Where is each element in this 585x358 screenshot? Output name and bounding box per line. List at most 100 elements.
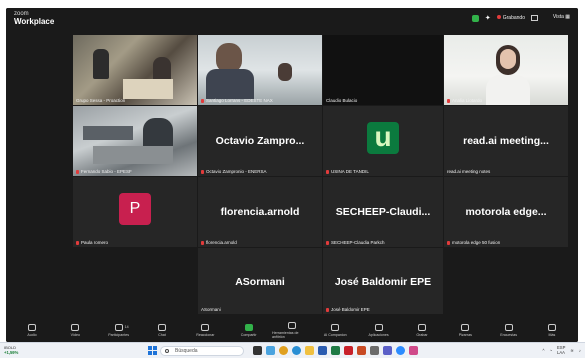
participant-tile-name[interactable]: Octavio Zampro... Octavio Zampronio - EN… bbox=[198, 106, 322, 176]
toolbar-button-label: Chat bbox=[158, 332, 166, 337]
participant-name: Grupo Sessa - Proaction bbox=[76, 98, 126, 103]
zoom-logo: zoom Workplace bbox=[14, 11, 54, 26]
mic-muted-icon bbox=[447, 98, 450, 103]
react-icon bbox=[201, 323, 210, 331]
stock-change: +1,59% bbox=[4, 350, 19, 355]
toolbar-button-label: Pizarras bbox=[458, 332, 472, 337]
participant-video-image bbox=[73, 106, 197, 176]
title-bar: zoom Workplace ✦ Grabando Vista ▦ bbox=[6, 8, 578, 30]
more-icon bbox=[547, 323, 556, 331]
stock-widget[interactable]: IBOLD +1,59% bbox=[4, 345, 18, 355]
edge-icon[interactable] bbox=[292, 346, 301, 355]
participant-name: Paula romero bbox=[76, 240, 108, 245]
terminal-icon[interactable] bbox=[253, 346, 262, 355]
participant-tile-video[interactable]: Santiago Lorrans - EDESTE NAX bbox=[198, 35, 322, 105]
desktop-screen: zoom Workplace ✦ Grabando Vista ▦ Grupo … bbox=[0, 0, 585, 358]
participant-name: Octavio Zampronio - ENERSA bbox=[201, 169, 267, 174]
microphone-icon bbox=[28, 323, 36, 331]
toolbar-button-chat[interactable]: Chat bbox=[142, 318, 182, 342]
participant-tile-name[interactable]: read.ai meeting... read.ai meeting notes bbox=[444, 106, 568, 176]
teams-icon[interactable] bbox=[383, 346, 392, 355]
participant-tile-black[interactable]: Claudio Bulacio bbox=[323, 35, 443, 105]
toolbar-button-herramientas-de-anfitri-n[interactable]: Herramientas de anfitrión bbox=[272, 318, 312, 342]
mic-muted-icon bbox=[326, 240, 329, 245]
participant-name: Analia Liotardo bbox=[447, 98, 482, 103]
file-explorer-icon[interactable] bbox=[305, 346, 314, 355]
participant-tile-video[interactable]: Analia Liotardo bbox=[444, 35, 568, 105]
participant-name: florencia.arnold bbox=[201, 240, 237, 245]
sparkle-icon[interactable]: ✦ bbox=[485, 14, 491, 22]
wifi-icon[interactable]: ≋ bbox=[570, 348, 574, 353]
participant-tile-name[interactable]: SECHEEP-Claudi... SECHEEP-Claudia Parkch bbox=[323, 177, 443, 247]
participant-tile-name[interactable]: José Baldomir EPE José Baldomir EPE bbox=[323, 248, 443, 314]
mic-muted-icon bbox=[201, 98, 204, 103]
toolbar-button-label: Reaccionar bbox=[196, 332, 215, 337]
zoom-taskbar-icon[interactable] bbox=[396, 346, 405, 355]
view-button[interactable]: Vista ▦ bbox=[553, 14, 570, 20]
toolbar-button-label: Aplicaciones bbox=[368, 332, 389, 337]
word-icon[interactable] bbox=[318, 346, 327, 355]
participant-tile-logo[interactable]: u USINA DE TANDIL bbox=[323, 106, 443, 176]
network-icon[interactable]: ◔ bbox=[549, 348, 552, 353]
participant-name: ASormani bbox=[201, 307, 221, 312]
toolbar-button-m-s[interactable]: Más bbox=[532, 318, 572, 342]
photos-icon[interactable] bbox=[409, 346, 418, 355]
toolbar-button-audio[interactable]: Audio bbox=[12, 318, 52, 342]
toolbar-button-label: Audio bbox=[27, 332, 37, 337]
layout-grid-icon[interactable] bbox=[531, 15, 538, 21]
chrome-icon[interactable] bbox=[279, 346, 288, 355]
share-icon bbox=[244, 323, 253, 331]
language-indicator[interactable]: ESP LAA bbox=[557, 345, 565, 355]
toolbar-button-pizarras[interactable]: Pizarras bbox=[445, 318, 485, 342]
participant-tile-name[interactable]: ASormani ASormani bbox=[198, 248, 322, 314]
participant-avatar: P bbox=[119, 193, 151, 225]
security-shield-icon[interactable] bbox=[471, 14, 479, 22]
toolbar-button-encuestas[interactable]: Encuestas bbox=[489, 318, 529, 342]
participant-video-image bbox=[73, 35, 197, 105]
participant-tile-video[interactable]: Fernando Sabio - EPESF bbox=[73, 106, 197, 176]
toolbar-button-label: Más bbox=[548, 332, 556, 337]
toolbar-button-label: Herramientas de anfitrión bbox=[271, 330, 299, 339]
apps-icon bbox=[374, 323, 383, 331]
polls-icon bbox=[504, 323, 513, 331]
participant-tile-name[interactable]: florencia.arnold florencia.arnold bbox=[198, 177, 322, 247]
participant-display-name: Octavio Zampro... bbox=[215, 135, 305, 148]
toolbar-button-reaccionar[interactable]: Reaccionar bbox=[185, 318, 225, 342]
participant-name: Claudio Bulacio bbox=[326, 98, 358, 103]
participant-name: Santiago Lorrans - EDESTE NAX bbox=[201, 98, 273, 103]
powerpoint-icon[interactable] bbox=[357, 346, 366, 355]
toolbar-button-ai-companion[interactable]: AI Companion bbox=[315, 318, 355, 342]
toolbar-button-participantes[interactable]: 14 Participantes bbox=[99, 318, 139, 342]
participant-tile-avatar[interactable]: P Paula romero bbox=[73, 177, 197, 247]
search-icon bbox=[165, 349, 169, 353]
video-icon bbox=[71, 323, 80, 331]
participants-icon bbox=[114, 323, 123, 331]
toolbar-button-compartir[interactable]: Compartir bbox=[229, 318, 269, 342]
participant-display-name: read.ai meeting... bbox=[463, 135, 549, 148]
store-icon[interactable] bbox=[370, 346, 379, 355]
participant-name: José Baldomir EPE bbox=[326, 307, 370, 312]
participant-name: USINA DE TANDIL bbox=[326, 169, 369, 174]
mic-muted-icon bbox=[201, 169, 204, 174]
participant-tile-name[interactable]: motorola edge... motorola edge 50 fusion bbox=[444, 177, 568, 247]
recording-status[interactable]: ✦ Grabando bbox=[471, 14, 538, 22]
toolbar-button-v-deo[interactable]: Vídeo bbox=[55, 318, 95, 342]
mic-muted-icon bbox=[326, 169, 329, 174]
toolbar-button-label: AI Companion bbox=[323, 332, 347, 337]
toolbar-button-label: Grabar bbox=[416, 332, 428, 337]
mic-muted-icon bbox=[76, 169, 79, 174]
tray-chevron-icon[interactable]: ^ bbox=[543, 348, 545, 353]
toolbar-button-aplicaciones[interactable]: Aplicaciones bbox=[359, 318, 399, 342]
volume-icon[interactable]: ♪ bbox=[579, 348, 581, 353]
record-icon bbox=[417, 323, 426, 331]
excel-icon[interactable] bbox=[331, 346, 340, 355]
taskbar-search[interactable]: Búsqueda bbox=[160, 346, 244, 356]
windows-start-icon[interactable] bbox=[148, 346, 157, 355]
participant-display-name: florencia.arnold bbox=[220, 206, 300, 219]
pdf-icon[interactable] bbox=[344, 346, 353, 355]
participant-name: read.ai meeting notes bbox=[447, 169, 491, 174]
widget-icon[interactable] bbox=[266, 346, 275, 355]
participant-tile-video[interactable]: Grupo Sessa - Proaction bbox=[73, 35, 197, 105]
toolbar-button-grabar[interactable]: Grabar bbox=[402, 318, 442, 342]
mic-muted-icon bbox=[76, 240, 79, 245]
